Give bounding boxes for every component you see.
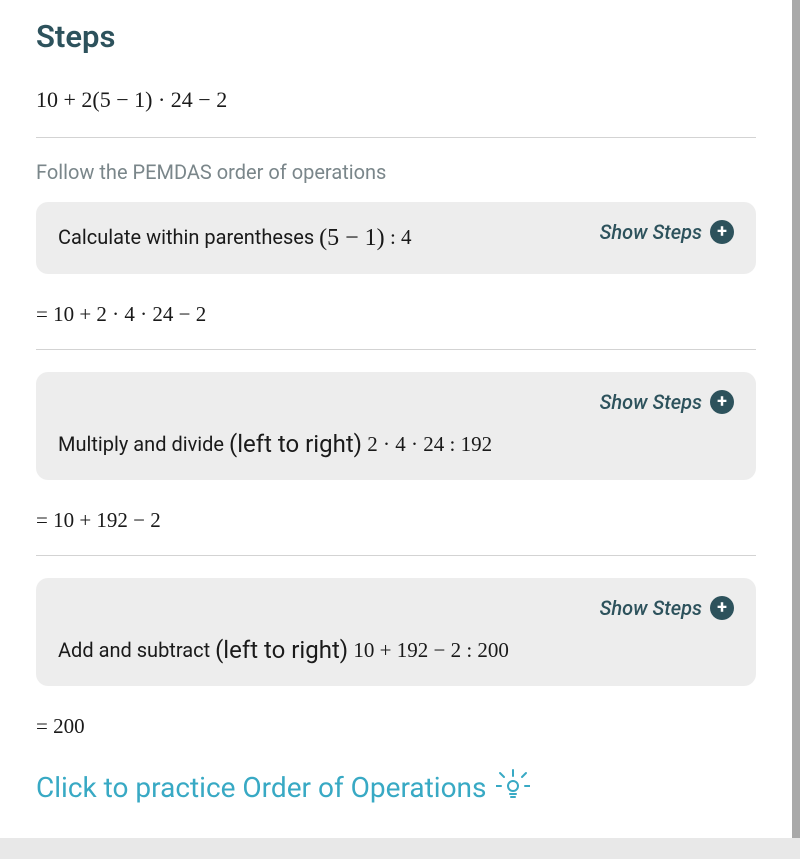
show-steps-button[interactable]: Show Steps + [600,220,734,244]
step-card: Show Steps + Add and subtract (left to r… [36,578,756,686]
lightbulb-icon [496,767,530,808]
step-result: = 10 + 192 − 2 [36,502,756,551]
show-steps-button[interactable]: Show Steps + [600,390,734,414]
original-expression: 10 + 2(5 − 1) · 24 − 2 [36,79,756,133]
step-card: Show Steps + Multiply and divide (left t… [36,372,756,480]
practice-link[interactable]: Click to practice Order of Operations [36,767,530,808]
practice-link-label: Click to practice Order of Operations [36,771,486,804]
pemdas-instruction: Follow the PEMDAS order of operations [36,160,756,184]
divider [36,137,756,138]
plus-icon: + [710,390,734,414]
show-steps-button[interactable]: Show Steps + [600,596,734,620]
show-steps-label: Show Steps [600,390,702,414]
show-steps-label: Show Steps [600,596,702,620]
plus-icon: + [710,220,734,244]
divider [36,349,756,350]
step-description: Add and subtract (left to right) 10 + 19… [58,632,734,668]
step-result: = 200 [36,708,756,757]
page-title: Steps [36,18,756,55]
plus-icon: + [710,596,734,620]
divider [36,555,756,556]
step-description: Multiply and divide (left to right) 2 · … [58,426,734,462]
step-result: = 10 + 2 · 4 · 24 − 2 [36,296,756,345]
step-card: Show Steps + Calculate within parenthese… [36,202,756,274]
steps-panel: Steps 10 + 2(5 − 1) · 24 − 2 Follow the … [0,0,800,838]
show-steps-label: Show Steps [600,220,702,244]
